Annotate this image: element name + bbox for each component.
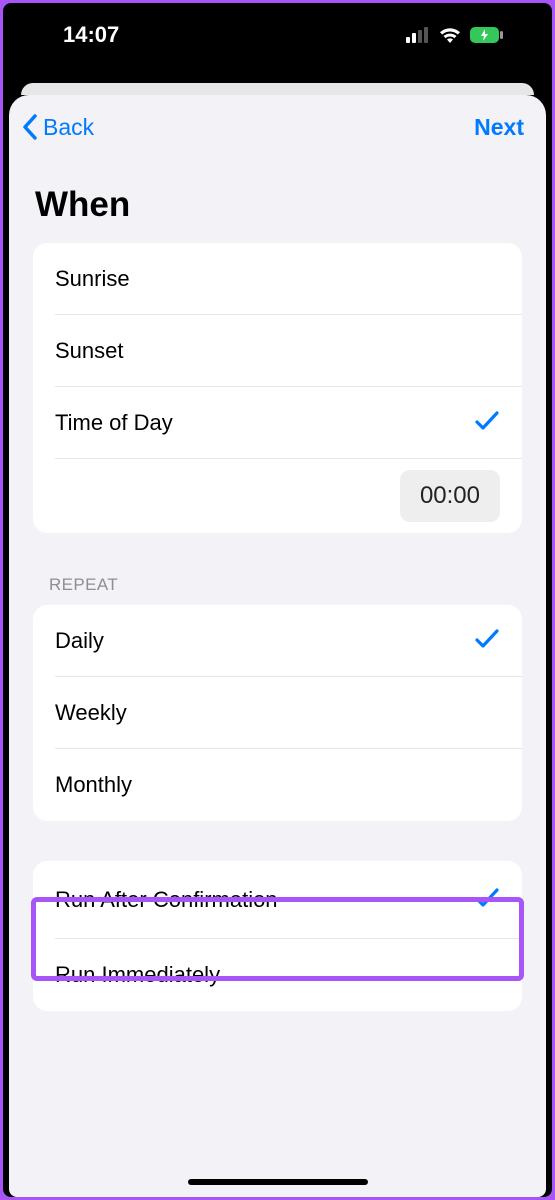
back-label: Back <box>43 114 94 141</box>
repeat-header: REPEAT <box>9 533 546 605</box>
option-run-after-confirmation[interactable]: Run After Confirmation <box>33 861 522 939</box>
chevron-left-icon <box>21 113 39 141</box>
option-time-of-day[interactable]: Time of Day <box>33 387 522 459</box>
option-label: Monthly <box>55 772 132 798</box>
status-indicators <box>406 26 504 44</box>
battery-charging-icon <box>470 26 504 44</box>
next-button[interactable]: Next <box>474 114 524 141</box>
modal-sheet: Back Next When Sunrise Sunset Time of Da… <box>9 95 546 1197</box>
back-button[interactable]: Back <box>21 113 94 141</box>
time-value: 00:00 <box>420 482 480 509</box>
checkmark-icon <box>474 884 500 916</box>
option-sunrise[interactable]: Sunrise <box>33 243 522 315</box>
wifi-icon <box>438 26 462 44</box>
next-label: Next <box>474 114 524 140</box>
repeat-group: Daily Weekly Monthly <box>33 605 522 821</box>
option-label: Weekly <box>55 700 127 726</box>
time-picker-row: 00:00 <box>33 459 522 533</box>
home-indicator[interactable] <box>188 1179 368 1185</box>
page-title: When <box>9 151 546 243</box>
nav-bar: Back Next <box>9 95 546 151</box>
cellular-icon <box>406 27 430 43</box>
when-group: Sunrise Sunset Time of Day 00:00 <box>33 243 522 533</box>
time-picker[interactable]: 00:00 <box>400 470 500 522</box>
option-label: Run Immediately <box>55 962 220 988</box>
option-label: Sunset <box>55 338 124 364</box>
device-frame: 14:07 <box>3 3 552 1197</box>
option-label: Time of Day <box>55 410 173 436</box>
option-weekly[interactable]: Weekly <box>33 677 522 749</box>
option-monthly[interactable]: Monthly <box>33 749 522 821</box>
option-daily[interactable]: Daily <box>33 605 522 677</box>
option-run-immediately[interactable]: Run Immediately <box>33 939 522 1011</box>
option-label: Daily <box>55 628 104 654</box>
status-time: 14:07 <box>63 22 119 48</box>
option-sunset[interactable]: Sunset <box>33 315 522 387</box>
checkmark-icon <box>474 625 500 657</box>
checkmark-icon <box>474 407 500 439</box>
status-bar: 14:07 <box>3 3 552 67</box>
option-label: Run After Confirmation <box>55 887 278 913</box>
background-sheet-peek <box>21 83 534 95</box>
option-label: Sunrise <box>55 266 130 292</box>
run-group: Run After Confirmation Run Immediately <box>33 861 522 1011</box>
